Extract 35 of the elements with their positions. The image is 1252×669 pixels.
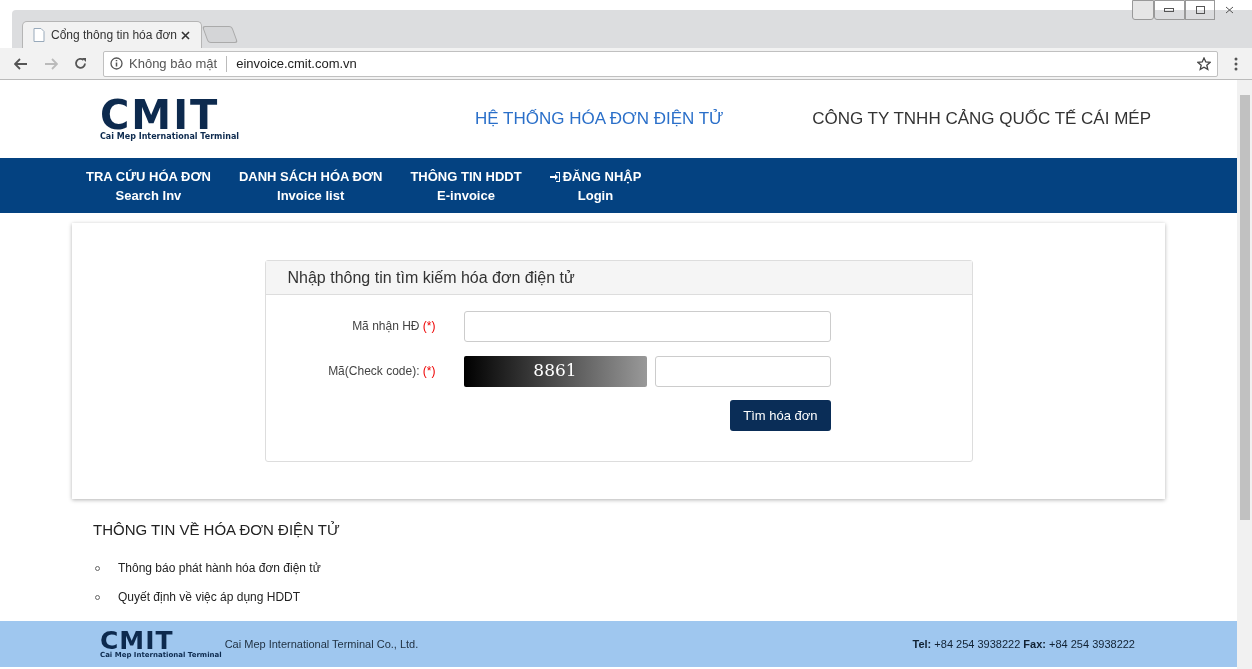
- url-text: einvoice.cmit.com.vn: [236, 54, 358, 73]
- info-heading: THÔNG TIN VỀ HÓA ĐƠN ĐIỆN TỬ: [93, 520, 341, 540]
- info-link[interactable]: Thông báo phát hành hóa đơn điện tử: [118, 559, 321, 577]
- panel-title: Nhập thông tin tìm kiếm hóa đơn điện tử: [265, 261, 972, 295]
- scrollbar-thumb[interactable]: [1239, 95, 1250, 520]
- company-name: CÔNG TY TNHH CẢNG QUỐC TẾ CÁI MÉP: [812, 108, 1151, 131]
- reload-icon[interactable]: [74, 57, 87, 70]
- footer-contact: Tel: +84 254 3938222 Fax: +84 254 3938222: [912, 636, 1135, 652]
- browser-tab[interactable]: Cổng thông tin hóa đơn: [22, 21, 202, 48]
- info-link[interactable]: Quyết định về việc áp dụng HDDT: [118, 588, 301, 606]
- check-code-field[interactable]: [654, 355, 831, 387]
- nav-link[interactable]: THÔNG TIN HDDT E-invoice: [396, 166, 536, 205]
- close-icon: [1225, 6, 1235, 14]
- system-title: HỆ THỐNG HÓA ĐƠN ĐIỆN TỬ: [475, 108, 724, 131]
- info-icon[interactable]: [110, 57, 123, 70]
- address-bar[interactable]: Không bảo mật einvoice.cmit.com.vn: [103, 50, 1218, 77]
- minimize-button[interactable]: [1154, 0, 1185, 20]
- close-icon[interactable]: [181, 30, 190, 40]
- nav-link[interactable]: TRA CỨU HÓA ĐƠN Search Inv: [72, 166, 225, 205]
- back-icon[interactable]: [14, 57, 28, 70]
- security-label: Không bảo mật: [129, 54, 218, 73]
- field-label: Mã nhận HĐ (*): [351, 318, 436, 335]
- tab-title: Cổng thông tin hóa đơn: [51, 27, 175, 44]
- sign-in-icon: [549, 171, 560, 182]
- nav-link[interactable]: ĐĂNG NHẬP Login: [535, 166, 656, 205]
- maximize-button[interactable]: [1184, 0, 1216, 20]
- invoice-code-field[interactable]: [463, 310, 831, 342]
- page-icon: [33, 28, 45, 42]
- field-label: Mã(Check code): (*): [327, 363, 436, 380]
- nav-link[interactable]: DANH SÁCH HÓA ĐƠN Invoice list: [224, 166, 397, 205]
- star-icon[interactable]: [1197, 56, 1211, 71]
- menu-icon[interactable]: [1234, 56, 1238, 71]
- search-invoice-button[interactable]: Tìm hóa đơn: [730, 400, 831, 431]
- captcha-image: 8861: [463, 355, 647, 387]
- footer-company: Cai Mep International Terminal Co., Ltd.: [224, 636, 419, 652]
